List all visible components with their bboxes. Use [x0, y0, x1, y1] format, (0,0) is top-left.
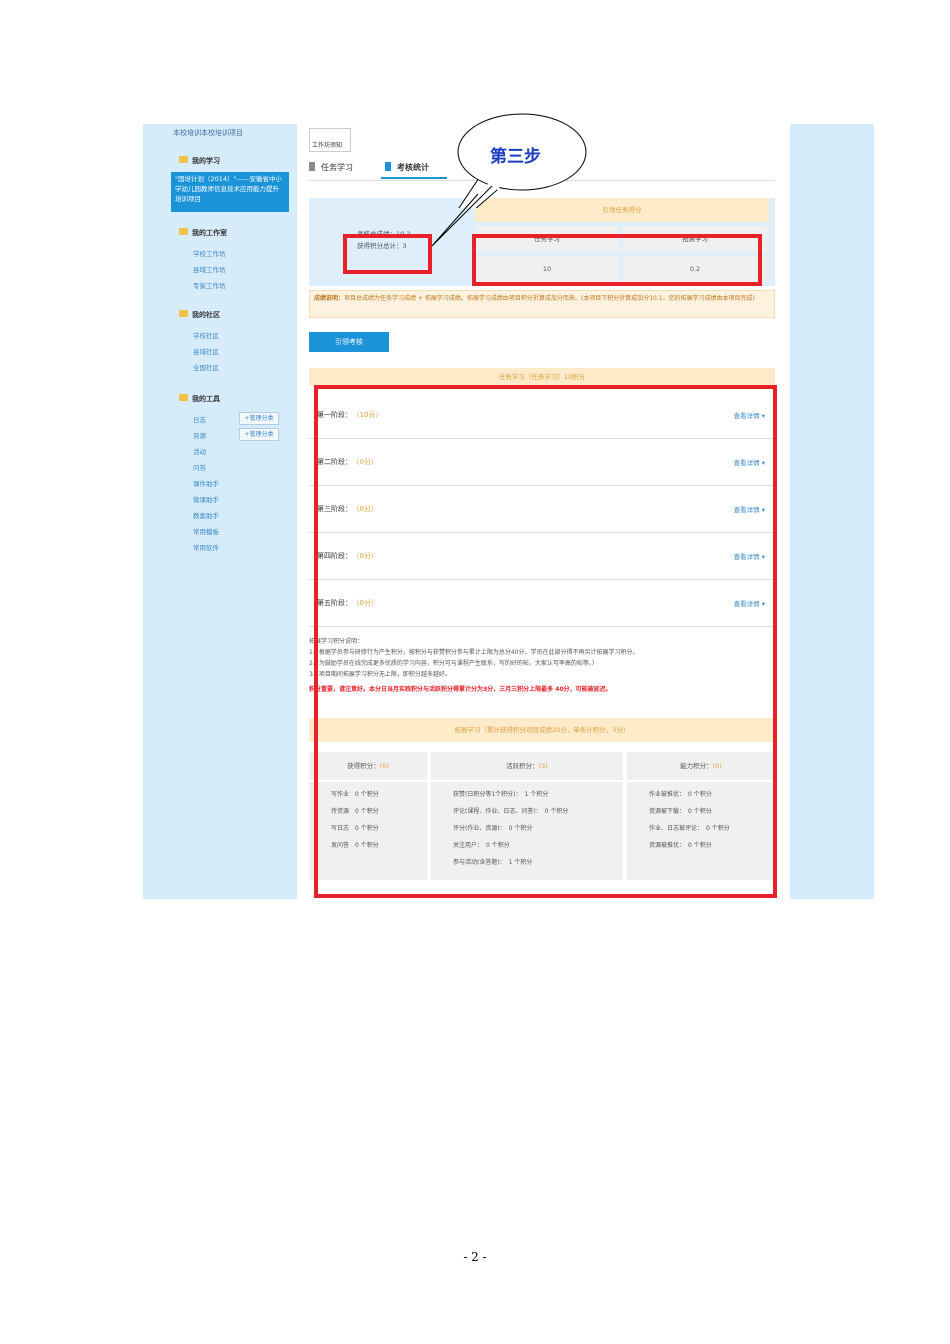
sidebar-item-templates[interactable]: 常用模板	[193, 526, 219, 536]
task-learning-header: 任务学习（任务学习）10积分	[309, 368, 775, 386]
sidebar-item-national-community[interactable]: 全国社区	[193, 362, 219, 372]
folder-icon	[179, 156, 188, 163]
section-my-workroom[interactable]: 我的工作室	[192, 228, 227, 238]
sidebar-item-expert-workroom[interactable]: 专家工作坊	[193, 280, 226, 290]
sidebar: 本校培训本校培训项目 我的学习 "国培计划（2014）"——安徽省中小学幼儿园教…	[143, 124, 297, 899]
workroom-notice-box[interactable]: 工作坊须知	[309, 128, 351, 152]
workroom-notice-text: 工作坊须知	[312, 142, 343, 149]
folder-icon	[179, 228, 188, 235]
sidebar-item-school-community[interactable]: 学校社区	[193, 330, 219, 340]
lead-assessment-button[interactable]: 引领考核	[309, 332, 389, 352]
page-number: - 2 -	[463, 1250, 487, 1264]
sidebar-top-text[interactable]: 本校培训本校培训项目	[173, 128, 243, 138]
tip-title: 成绩说明：	[314, 295, 345, 302]
sidebar-item-microlecture-helper[interactable]: 微课助手	[193, 494, 219, 504]
sidebar-item-county-workroom[interactable]: 县域工作坊	[193, 264, 226, 274]
sidebar-item-active-project[interactable]: "国培计划（2014）"——安徽省中小学幼儿园教师信息技术应用能力提升培训项目	[171, 172, 289, 212]
section-my-learning[interactable]: 我的学习	[192, 156, 220, 166]
sidebar-item-lessonplan-helper[interactable]: 教案助手	[193, 510, 219, 520]
manage-category-button[interactable]: +管理分类	[239, 412, 279, 425]
tab-task-learning[interactable]: 任务学习	[321, 162, 353, 173]
sidebar-item-journal[interactable]: 日志	[193, 414, 206, 424]
tip-text: 项目总成绩为任务学习成绩 + 拓展学习成绩。拓展学习成绩由项目积分折算成加分而来…	[344, 295, 755, 302]
callout-text: 第三步	[490, 147, 541, 167]
sidebar-item-qa[interactable]: 问答	[193, 462, 206, 472]
folder-icon	[179, 310, 188, 317]
sidebar-item-county-community[interactable]: 县域社区	[193, 346, 219, 356]
manage-category-button[interactable]: +管理分类	[239, 428, 279, 441]
score-explanation: 成绩说明：项目总成绩为任务学习成绩 + 拓展学习成绩。拓展学习成绩由项目积分折算…	[309, 290, 775, 318]
active-tab-indicator	[381, 177, 447, 179]
section-my-tools[interactable]: 我的工具	[192, 394, 220, 404]
tab-assessment-stats[interactable]: 考核统计	[397, 162, 429, 173]
highlight-credit-total	[343, 234, 432, 274]
callout-pointer	[431, 185, 493, 247]
sidebar-item-resources[interactable]: 资源	[193, 430, 206, 440]
stats-icon	[385, 162, 391, 171]
sidebar-item-activity[interactable]: 活动	[193, 446, 206, 456]
task-icon	[309, 162, 315, 171]
highlight-task-details	[314, 385, 777, 898]
sidebar-item-courseware-helper[interactable]: 课件助手	[193, 478, 219, 488]
section-my-community[interactable]: 我的社区	[192, 310, 220, 320]
right-panel	[790, 124, 874, 899]
sidebar-item-school-workroom[interactable]: 学校工作坊	[193, 248, 226, 258]
highlight-score-table	[472, 234, 762, 286]
folder-icon	[179, 394, 188, 401]
sidebar-item-software[interactable]: 常用软件	[193, 542, 219, 552]
